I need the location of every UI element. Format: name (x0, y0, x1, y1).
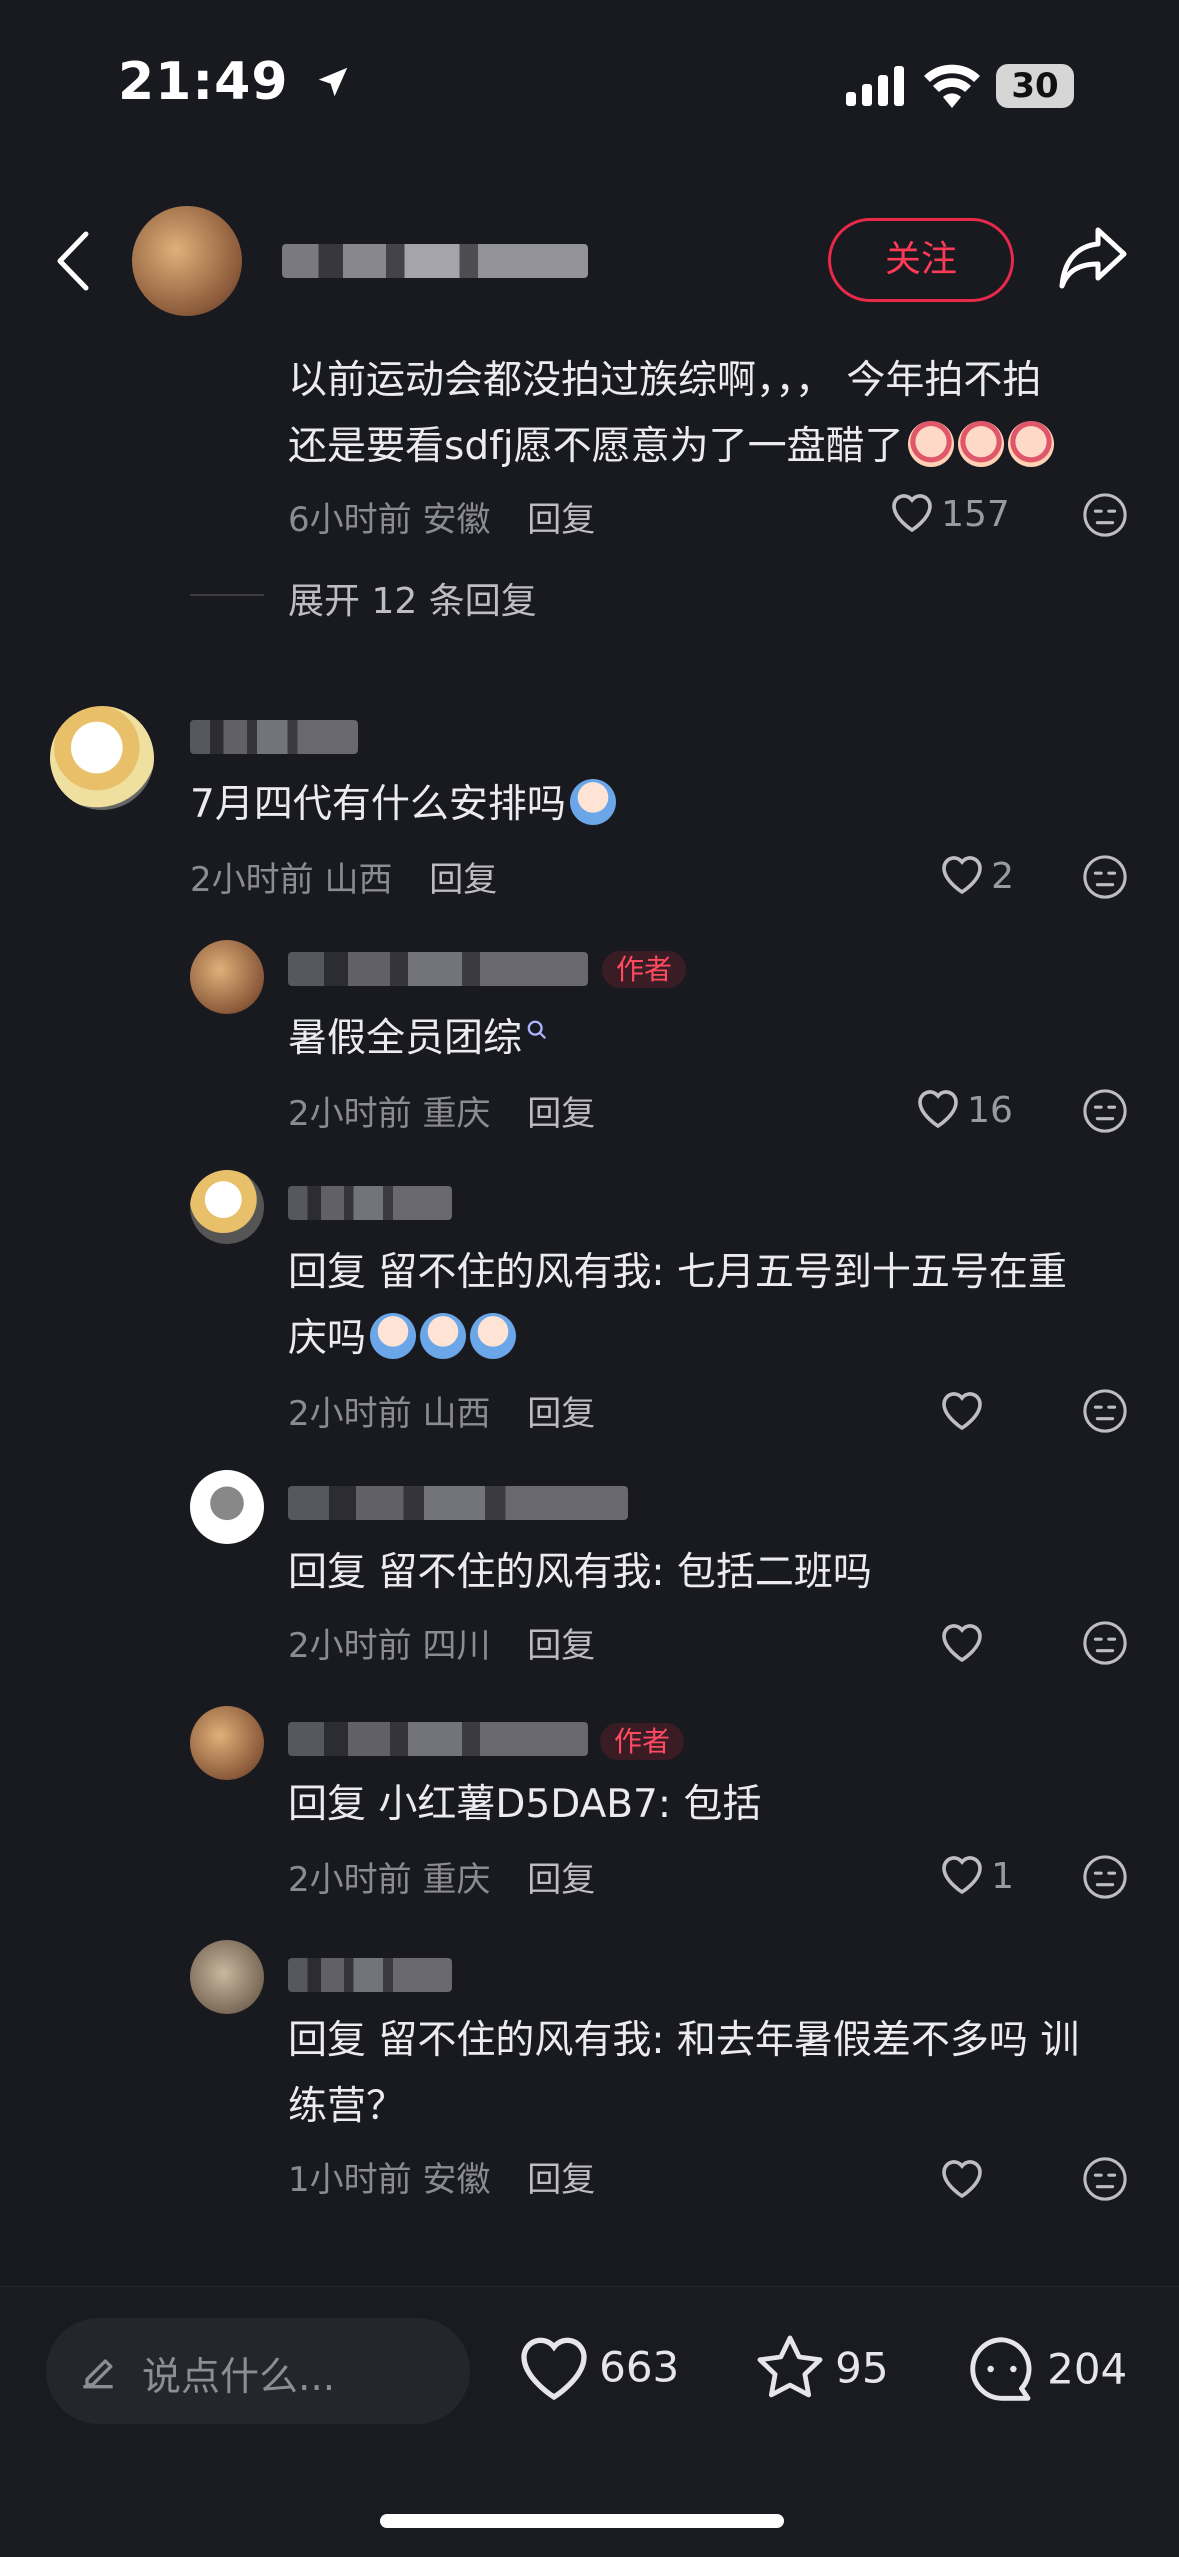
dismiss-face-icon[interactable] (1082, 1620, 1128, 1666)
crying-emoji-icon (569, 779, 616, 825)
replier-name[interactable] (288, 952, 588, 986)
wifi-icon (924, 64, 980, 108)
reply-meta: 2小时前 重庆 回复 (288, 1094, 596, 1134)
comment-bubble-icon (970, 2337, 1032, 2401)
crying-emoji-icon (1007, 421, 1054, 467)
dismiss-face-icon[interactable] (1082, 492, 1128, 538)
search-icon[interactable] (526, 1019, 548, 1041)
dismiss-face-icon[interactable] (1082, 1088, 1128, 1134)
commenter-name[interactable] (190, 720, 358, 754)
reply-button[interactable]: 回复 (527, 1394, 595, 1434)
pencil-icon (83, 2359, 113, 2389)
crying-emoji-icon (957, 421, 1004, 467)
replier-avatar[interactable] (190, 1170, 264, 1244)
heart-icon (521, 2337, 587, 2401)
author-badge: 作者 (600, 1723, 685, 1760)
reply-text: 回复 留不住的风有我: 包括二班吗 (288, 1550, 872, 1595)
heart-icon[interactable] (938, 2156, 986, 2200)
replier-avatar[interactable] (190, 1470, 264, 1544)
like-button[interactable]: 1 (938, 1852, 1014, 1897)
replier-avatar[interactable] (190, 1706, 264, 1780)
commenter-avatar[interactable] (50, 706, 154, 810)
reply-button[interactable]: 回复 (527, 2160, 595, 2200)
reply-button[interactable]: 回复 (527, 500, 595, 540)
heart-icon[interactable] (938, 1388, 986, 1432)
comment-text: 以前运动会都没拍过族综啊，，， 今年拍不拍 还是要看sdfj愿不愿意为了一盘醋了 (288, 348, 1148, 480)
replier-name[interactable] (288, 1186, 452, 1220)
reply-text: 回复 留不住的风有我: 和去年暑假差不多吗 训 练营？ (288, 2018, 1080, 2129)
reply-button[interactable]: 回复 (429, 860, 497, 900)
replier-name[interactable] (288, 1722, 588, 1756)
thread-divider (190, 594, 264, 596)
post-like-button[interactable]: 663 (514, 2330, 679, 2404)
reply-button[interactable]: 回复 (527, 1626, 595, 1666)
follow-button[interactable]: 关注 (828, 218, 1014, 302)
author-name[interactable] (282, 244, 588, 278)
reply-meta: 2小时前 四川 回复 (288, 1626, 596, 1666)
author-avatar[interactable] (132, 206, 242, 316)
reply-text: 暑假全员团综 (288, 1006, 548, 1072)
crying-emoji-icon (907, 421, 954, 467)
crying-emoji-icon (420, 1313, 467, 1359)
heart-icon[interactable] (938, 1620, 986, 1664)
reply-button[interactable]: 回复 (527, 1860, 595, 1900)
location-arrow-icon (318, 67, 347, 97)
dismiss-face-icon[interactable] (1082, 2156, 1128, 2202)
heart-icon (892, 494, 932, 533)
comment-text: 7月四代有什么安排吗 (190, 772, 616, 838)
reply-button[interactable]: 回复 (527, 1094, 595, 1134)
reply-text: 回复 留不住的风有我: 七月五号到十五号在重 庆吗 (288, 1250, 1067, 1361)
signal-icon (846, 66, 904, 106)
reply-meta: 2小时前 山西 回复 (288, 1394, 596, 1434)
replier-avatar[interactable] (190, 1940, 264, 2014)
comment-meta: 6小时前 安徽 回复 (288, 500, 596, 540)
back-icon[interactable] (54, 230, 94, 292)
comment-meta: 2小时前 山西 回复 (190, 860, 498, 900)
replier-avatar[interactable] (190, 940, 264, 1014)
battery-indicator: 30 (996, 64, 1074, 108)
like-button[interactable]: 2 (938, 852, 1014, 897)
dismiss-face-icon[interactable] (1082, 854, 1128, 900)
crying-emoji-icon (370, 1313, 417, 1359)
replier-name[interactable] (288, 1958, 452, 1992)
heart-icon (918, 1090, 958, 1129)
reply-meta: 2小时前 重庆 回复 (288, 1860, 596, 1900)
replier-name[interactable] (288, 1486, 628, 1520)
comment-input[interactable]: 说点什么... (46, 2318, 470, 2424)
star-icon (757, 2335, 823, 2398)
status-time: 21:49 (118, 52, 352, 112)
heart-icon (942, 856, 982, 895)
crying-emoji-icon (470, 1313, 517, 1359)
post-comment-button[interactable]: 204 (962, 2330, 1127, 2408)
reply-text: 回复 小红薯D5DAB7: 包括 (288, 1782, 762, 1827)
dismiss-face-icon[interactable] (1082, 1854, 1128, 1900)
post-favorite-button[interactable]: 95 (750, 2330, 889, 2406)
dismiss-face-icon[interactable] (1082, 1388, 1128, 1434)
like-button[interactable]: 16 (914, 1086, 1013, 1131)
reply-meta: 1小时前 安徽 回复 (288, 2160, 596, 2200)
expand-replies-link[interactable]: 展开 12 条回复 (288, 572, 537, 624)
home-indicator[interactable] (380, 2514, 784, 2528)
share-icon[interactable] (1058, 226, 1128, 290)
like-button[interactable]: 157 (888, 490, 1010, 535)
author-badge: 作者 (602, 951, 687, 988)
heart-icon (942, 1856, 982, 1895)
